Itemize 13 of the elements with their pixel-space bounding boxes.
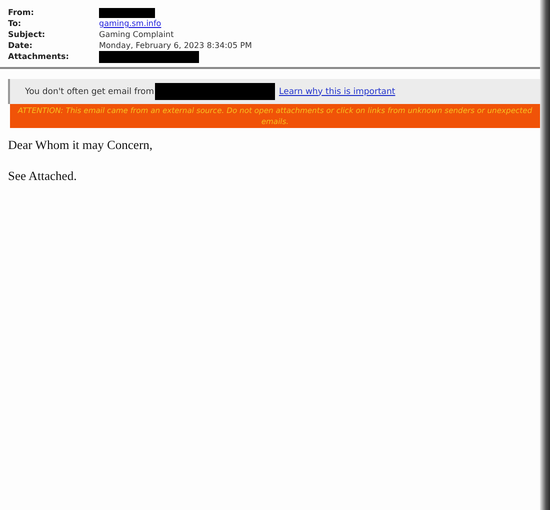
header-label: Attachments:	[8, 52, 70, 61]
header-value: Monday, February 6, 2023 8:34:05 PM	[99, 41, 252, 50]
header-label: Date:	[8, 41, 34, 50]
learn-more-link[interactable]: Learn why this is important	[279, 86, 396, 96]
email-link[interactable]: gaming.sm.info	[99, 19, 162, 28]
header-label: To:	[8, 19, 22, 28]
header-value: Gaming Complaint	[99, 30, 174, 39]
redaction-bar	[99, 8, 155, 18]
header-label: From:	[8, 8, 35, 17]
body-paragraph: See Attached.	[7, 168, 78, 185]
notice-text: You don't often get email from	[25, 86, 154, 96]
body-paragraph: Dear Whom it may Concern,	[7, 137, 154, 154]
header-label: Subject:	[8, 30, 46, 39]
